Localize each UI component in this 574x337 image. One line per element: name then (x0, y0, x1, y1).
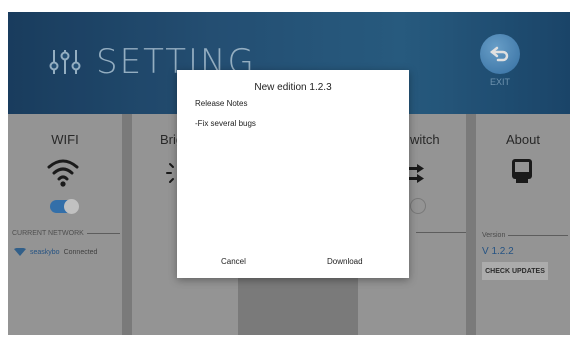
release-note-item: -Fix several bugs (195, 119, 256, 128)
dialog-title: New edition 1.2.3 (254, 82, 332, 93)
release-notes-label: Release Notes (195, 99, 248, 108)
update-dialog: New edition 1.2.3 Release Notes -Fix sev… (177, 70, 409, 278)
download-button[interactable]: Download (327, 257, 363, 266)
cancel-button[interactable]: Cancel (221, 257, 246, 266)
setting-screen: SETTING EXIT WIFI CURRENT NETWORK seasky… (8, 12, 570, 335)
top-caption (0, 0, 574, 12)
